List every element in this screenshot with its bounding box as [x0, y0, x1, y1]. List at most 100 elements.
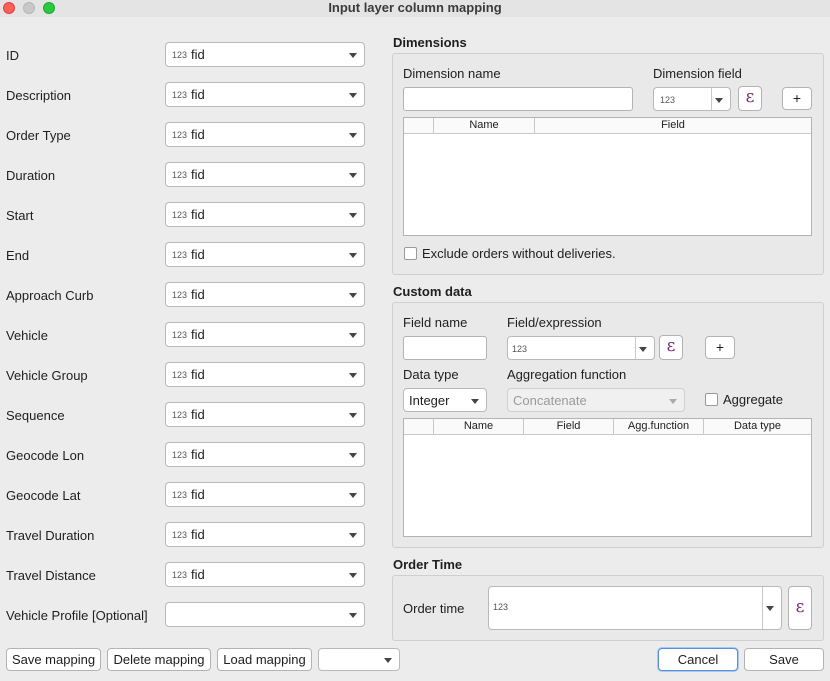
aggregation-function-label: Aggregation function	[507, 367, 627, 382]
save-mapping-button[interactable]: Save mapping	[6, 648, 101, 671]
dimension-name-input[interactable]	[403, 87, 633, 111]
order-time-select[interactable]: 123	[488, 586, 782, 630]
save-button[interactable]: Save	[744, 648, 824, 671]
integer-type-icon: 123	[493, 602, 509, 612]
field-label: Duration	[6, 168, 56, 183]
field-label: Vehicle	[6, 328, 48, 343]
custom-data-group: Field name Field/expression 123 ε + Data…	[392, 302, 824, 548]
field-label: Approach Curb	[6, 288, 94, 303]
add-custom-data-button[interactable]: +	[705, 336, 735, 359]
chevron-down-icon	[349, 373, 357, 378]
field-label: Order Type	[6, 128, 71, 143]
chevron-down-icon	[349, 413, 357, 418]
order-time-expression-button[interactable]: ε	[788, 586, 812, 630]
column-header-name[interactable]: Name	[433, 118, 534, 134]
dimensions-title: Dimensions	[393, 35, 467, 50]
dimensions-group: Dimension name Dimension field 123 ε + N…	[392, 53, 824, 275]
exclude-orders-label: Exclude orders without deliveries.	[422, 246, 616, 261]
chevron-down-icon	[349, 133, 357, 138]
column-header-name[interactable]: Name	[433, 419, 523, 435]
column-header-field[interactable]: Field	[534, 118, 811, 134]
column-select[interactable]: 123 fid	[165, 562, 365, 587]
column-select[interactable]: 123 fid	[165, 402, 365, 427]
dimensions-table: Name Field	[403, 117, 812, 236]
column-select[interactable]	[165, 602, 365, 627]
chevron-down-icon	[349, 93, 357, 98]
column-header-data-type[interactable]: Data type	[703, 419, 811, 435]
column-select[interactable]: 123 fid	[165, 202, 365, 227]
integer-type-icon: 123	[172, 450, 188, 460]
field-name-label: Field name	[403, 315, 468, 330]
window-title: Input layer column mapping	[328, 0, 502, 15]
chevron-down-icon	[349, 253, 357, 258]
column-select[interactable]: 123 fid	[165, 322, 365, 347]
integer-type-icon: 123	[512, 344, 528, 354]
column-select-value: fid	[191, 167, 205, 182]
integer-type-icon: 123	[172, 330, 188, 340]
chevron-down-icon	[349, 293, 357, 298]
field-label: Description	[6, 88, 72, 103]
column-select-value: fid	[191, 407, 205, 422]
column-select[interactable]: 123 fid	[165, 42, 365, 67]
column-select[interactable]: 123 fid	[165, 242, 365, 267]
order-time-label: Order time	[403, 601, 465, 616]
aggregation-function-select[interactable]: Concatenate	[507, 388, 685, 412]
field-label: Travel Duration	[6, 528, 95, 543]
aggregate-checkbox[interactable]	[705, 393, 718, 406]
column-select[interactable]: 123 fid	[165, 162, 365, 187]
column-select[interactable]: 123 fid	[165, 82, 365, 107]
epsilon-icon: ε	[795, 597, 805, 617]
field-label: Sequence	[6, 408, 65, 423]
integer-type-icon: 123	[660, 95, 676, 105]
integer-type-icon: 123	[172, 410, 188, 420]
chevron-down-icon	[715, 98, 723, 103]
add-dimension-button[interactable]: +	[782, 87, 812, 110]
mapping-select[interactable]	[318, 648, 400, 671]
dimension-expression-button[interactable]: ε	[738, 86, 762, 111]
load-mapping-button[interactable]: Load mapping	[217, 648, 312, 671]
cancel-button[interactable]: Cancel	[658, 648, 738, 671]
chevron-down-icon	[349, 173, 357, 178]
data-type-value: Integer	[409, 393, 450, 408]
field-expression-label: Field/expression	[507, 315, 602, 330]
field-label: End	[6, 248, 30, 263]
column-select[interactable]: 123 fid	[165, 522, 365, 547]
field-label: Vehicle Group	[6, 368, 88, 383]
epsilon-icon: ε	[745, 87, 755, 107]
chevron-down-icon	[349, 53, 357, 58]
field-label: Start	[6, 208, 34, 223]
column-select[interactable]: 123 fid	[165, 442, 365, 467]
column-select-value: fid	[191, 447, 205, 462]
integer-type-icon: 123	[172, 370, 188, 380]
integer-type-icon: 123	[172, 570, 188, 580]
column-select-value: fid	[191, 247, 205, 262]
integer-type-icon: 123	[172, 170, 188, 180]
dimension-field-label: Dimension field	[653, 66, 742, 81]
delete-mapping-button[interactable]: Delete mapping	[107, 648, 211, 671]
column-select-value: fid	[191, 47, 205, 62]
custom-data-expression-button[interactable]: ε	[659, 335, 683, 360]
chevron-down-icon	[349, 613, 357, 618]
integer-type-icon: 123	[172, 50, 188, 60]
column-select[interactable]: 123 fid	[165, 482, 365, 507]
chevron-down-icon	[349, 333, 357, 338]
chevron-down-icon	[471, 399, 479, 404]
column-select-value: fid	[191, 367, 205, 382]
column-select[interactable]: 123 fid	[165, 362, 365, 387]
data-type-select[interactable]: Integer	[403, 388, 487, 412]
field-expression-select[interactable]: 123	[507, 336, 655, 360]
column-select[interactable]: 123 fid	[165, 282, 365, 307]
column-select[interactable]: 123 fid	[165, 122, 365, 147]
column-header-agg-function[interactable]: Agg.function	[613, 419, 703, 435]
field-name-input[interactable]	[403, 336, 487, 360]
integer-type-icon: 123	[172, 90, 188, 100]
dimension-field-select[interactable]: 123	[653, 87, 731, 111]
epsilon-icon: ε	[666, 336, 676, 356]
column-select-value: fid	[191, 487, 205, 502]
column-header-field[interactable]: Field	[523, 419, 613, 435]
column-select-value: fid	[191, 567, 205, 582]
exclude-orders-checkbox[interactable]	[404, 247, 417, 260]
order-time-group: Order time 123 ε	[392, 575, 824, 641]
chevron-down-icon	[349, 213, 357, 218]
chevron-down-icon	[384, 658, 392, 663]
